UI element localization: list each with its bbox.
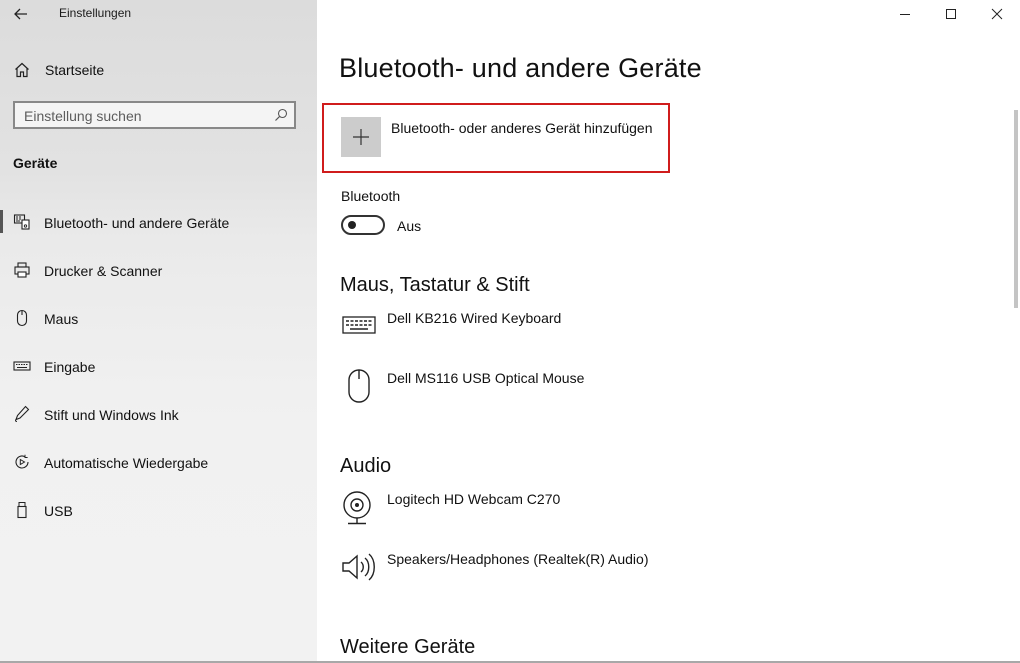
sidebar-item-label: Eingabe xyxy=(44,359,96,375)
bluetooth-label: Bluetooth xyxy=(341,188,401,204)
sidebar-item-mouse[interactable]: Maus xyxy=(0,294,317,342)
active-indicator xyxy=(0,210,3,233)
group-title-input-devices: Maus, Tastatur & Stift xyxy=(340,274,530,296)
plus-icon xyxy=(353,129,369,145)
printer-icon xyxy=(14,262,30,278)
app-title: Einstellungen xyxy=(59,6,132,20)
search-icon[interactable] xyxy=(274,108,288,122)
search-input[interactable] xyxy=(24,107,264,125)
close-icon xyxy=(991,8,1003,20)
usb-icon xyxy=(17,502,27,519)
keyboard-icon xyxy=(342,316,376,334)
add-device-tile xyxy=(341,117,381,157)
autoplay-icon xyxy=(15,454,29,469)
content-pane: Bluetooth- und andere Geräte Bluetooth- … xyxy=(317,0,1020,663)
device-name: Logitech HD Webcam C270 xyxy=(387,491,561,507)
device-item-mouse[interactable]: Dell MS116 USB Optical Mouse xyxy=(339,368,939,418)
bluetooth-toggle[interactable] xyxy=(341,215,385,235)
search-box[interactable] xyxy=(13,101,296,129)
sidebar-item-label: Maus xyxy=(44,311,79,327)
home-icon xyxy=(15,62,29,78)
sidebar-item-typing[interactable]: Eingabe xyxy=(0,342,317,390)
page-title: Bluetooth- und andere Geräte xyxy=(339,53,702,83)
mouse-icon xyxy=(16,309,28,327)
settings-window: Einstellungen Startseite Geräte xyxy=(0,0,1020,663)
minimize-button[interactable] xyxy=(882,0,928,28)
sidebar-section-title: Geräte xyxy=(13,155,58,171)
device-name: Dell MS116 USB Optical Mouse xyxy=(387,370,585,386)
sidebar-item-label: USB xyxy=(44,503,73,519)
speaker-icon xyxy=(342,553,375,581)
toggle-knob xyxy=(348,221,356,229)
add-device-button[interactable]: Bluetooth- oder anderes Gerät hinzufügen xyxy=(322,103,670,173)
sidebar-home-label: Startseite xyxy=(45,62,105,78)
bluetooth-state-label: Aus xyxy=(397,218,422,234)
maximize-button[interactable] xyxy=(928,0,974,28)
sidebar-nav: Bluetooth- und andere Geräte Drucker & S… xyxy=(0,198,317,534)
sidebar-item-label: Drucker & Scanner xyxy=(44,263,163,279)
sidebar-item-label: Stift und Windows Ink xyxy=(44,407,179,423)
sidebar-item-printers[interactable]: Drucker & Scanner xyxy=(0,246,317,294)
minimize-icon xyxy=(900,14,910,15)
bluetooth-devices-icon xyxy=(13,214,30,230)
device-name: Dell KB216 Wired Keyboard xyxy=(387,310,562,326)
mouse-icon xyxy=(348,369,370,403)
pen-icon xyxy=(14,405,30,422)
window-controls xyxy=(882,0,1020,28)
back-button[interactable] xyxy=(10,3,32,25)
device-item-webcam[interactable]: Logitech HD Webcam C270 xyxy=(339,489,939,539)
sidebar-item-usb[interactable]: USB xyxy=(0,486,317,534)
device-item-speakers[interactable]: Speakers/Headphones (Realtek(R) Audio) xyxy=(339,549,939,599)
device-item-keyboard[interactable]: Dell KB216 Wired Keyboard xyxy=(339,308,939,358)
close-button[interactable] xyxy=(974,0,1020,28)
group-title-other-devices: Weitere Geräte xyxy=(340,636,476,658)
keyboard-icon xyxy=(13,361,31,371)
webcam-icon xyxy=(343,491,371,525)
add-device-label: Bluetooth- oder anderes Gerät hinzufügen xyxy=(391,120,653,136)
back-arrow-icon xyxy=(14,8,27,20)
group-title-audio: Audio xyxy=(340,455,392,477)
device-name: Speakers/Headphones (Realtek(R) Audio) xyxy=(387,551,649,567)
sidebar-item-home[interactable]: Startseite xyxy=(0,55,317,85)
sidebar: Einstellungen Startseite Geräte xyxy=(0,0,317,663)
sidebar-item-label: Automatische Wiedergabe xyxy=(44,455,209,471)
sidebar-item-autoplay[interactable]: Automatische Wiedergabe xyxy=(0,438,317,486)
maximize-icon xyxy=(946,9,956,19)
sidebar-item-bluetooth[interactable]: Bluetooth- und andere Geräte xyxy=(0,198,317,246)
sidebar-item-pen[interactable]: Stift und Windows Ink xyxy=(0,390,317,438)
sidebar-item-label: Bluetooth- und andere Geräte xyxy=(44,215,230,231)
scrollbar[interactable] xyxy=(1014,110,1018,308)
